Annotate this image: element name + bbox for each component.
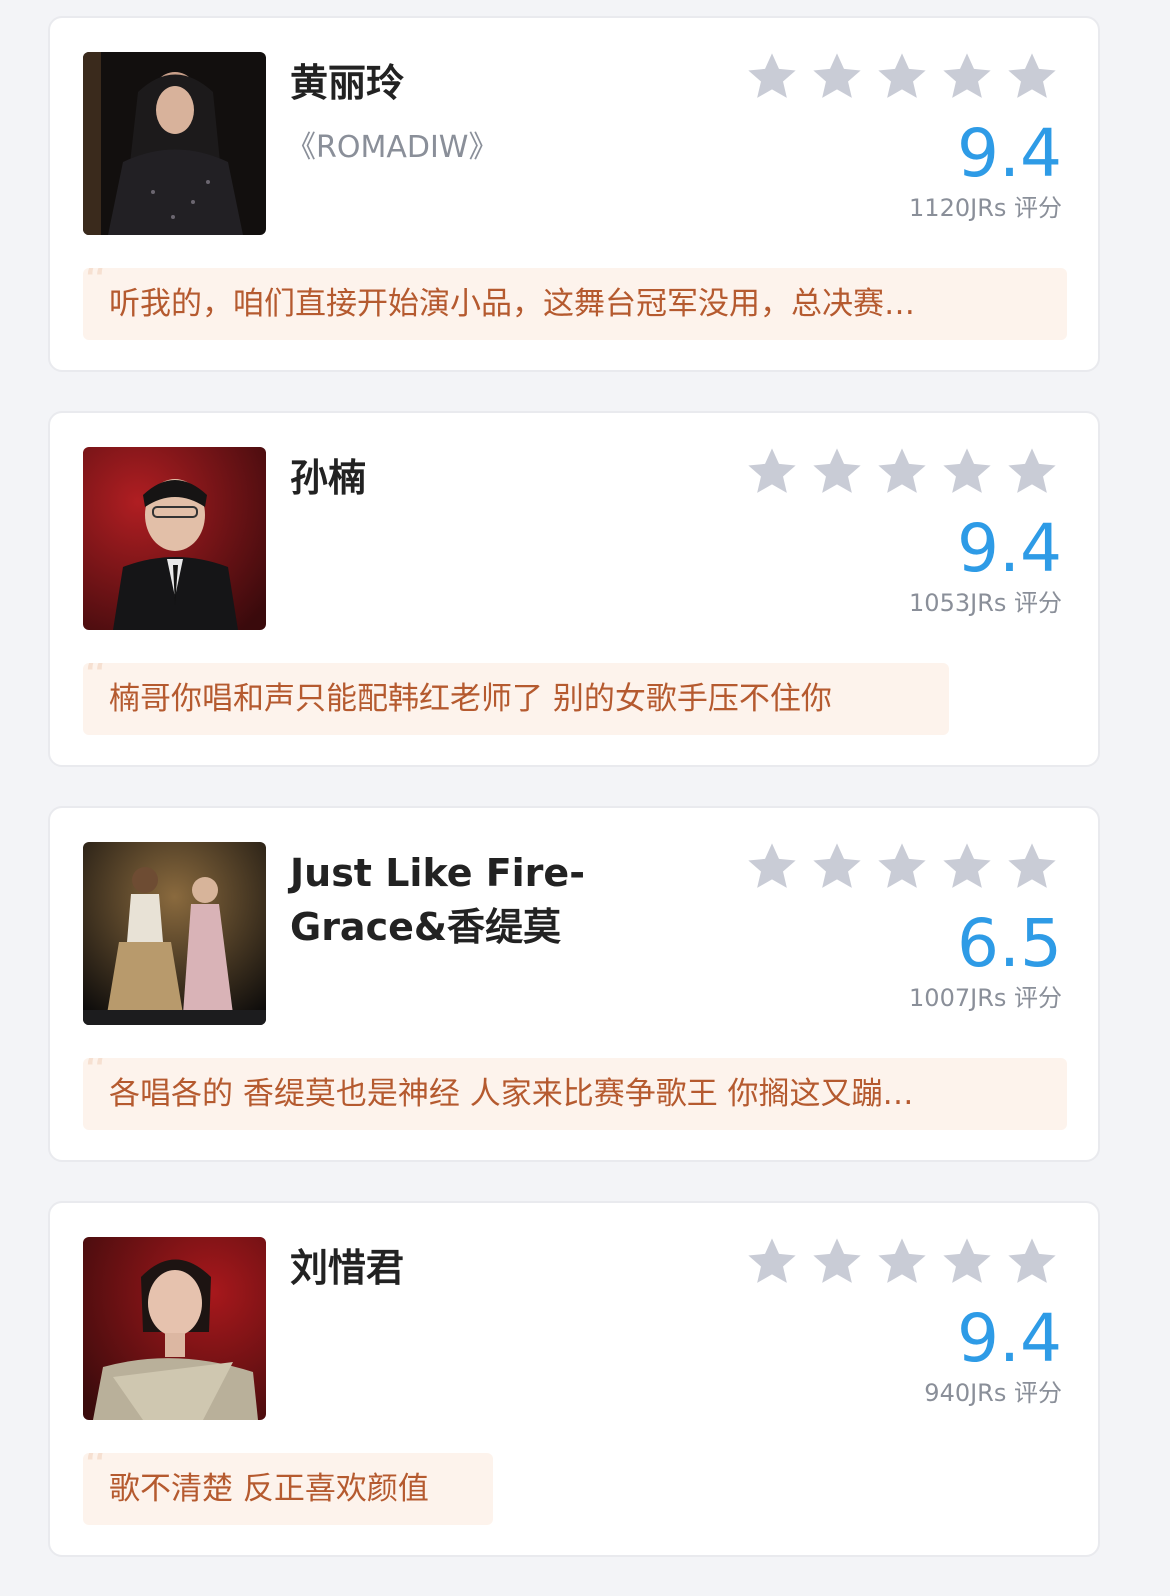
star-icon[interactable] xyxy=(1004,445,1060,499)
rating-card[interactable]: 黄丽玲 《ROMADIW》 9.4 1120JRs 评分 “ 听我的，咱们直接开… xyxy=(48,16,1100,372)
average-score: 9.4 xyxy=(957,115,1062,192)
star-icon[interactable] xyxy=(939,445,995,499)
star-icon[interactable] xyxy=(874,1235,930,1289)
song-title: Just Like Fire-Grace&香缇莫 xyxy=(290,851,585,949)
top-comment[interactable]: “ 楠哥你唱和声只能配韩红老师了 别的女歌手压不住你 xyxy=(83,663,949,735)
top-comment[interactable]: “ 听我的，咱们直接开始演小品，这舞台冠军没用，总决赛… xyxy=(83,268,1067,340)
top-comment[interactable]: “ 歌不清楚 反正喜欢颜值 xyxy=(83,1453,493,1525)
quote-icon: “ xyxy=(83,268,108,300)
comment-text: 听我的，咱们直接开始演小品，这舞台冠军没用，总决赛… xyxy=(109,286,915,322)
rating-card[interactable]: Just Like Fire-Grace&香缇莫 6.5 1007JRs 评分 … xyxy=(48,806,1100,1162)
quote-icon: “ xyxy=(83,663,108,695)
cover-image[interactable] xyxy=(83,52,266,235)
star-icon[interactable] xyxy=(809,50,865,104)
star-icon[interactable] xyxy=(744,840,800,894)
rating-card[interactable]: 孙楠 9.4 1053JRs 评分 “ 楠哥你唱和声只能配韩红老师了 别的女歌手… xyxy=(48,411,1100,767)
star-icon[interactable] xyxy=(939,50,995,104)
svg-text:“: “ xyxy=(83,1058,108,1090)
average-score: 9.4 xyxy=(957,510,1062,587)
star-icon[interactable] xyxy=(1004,50,1060,104)
comment-text: 各唱各的 香缇莫也是神经 人家来比赛争歌王 你搁这又蹦… xyxy=(109,1076,914,1112)
comment-text: 歌不清楚 反正喜欢颜值 xyxy=(109,1471,429,1507)
star-icon[interactable] xyxy=(809,840,865,894)
cover-image[interactable] xyxy=(83,842,266,1025)
star-icon[interactable] xyxy=(874,840,930,894)
star-rating[interactable] xyxy=(744,50,1060,104)
rating-count: 1053JRs 评分 xyxy=(909,589,1062,617)
star-icon[interactable] xyxy=(939,840,995,894)
star-icon[interactable] xyxy=(744,50,800,104)
quote-icon: “ xyxy=(83,1453,108,1485)
star-rating[interactable] xyxy=(744,445,1060,499)
star-icon[interactable] xyxy=(809,1235,865,1289)
svg-text:“: “ xyxy=(83,1453,108,1485)
rating-card[interactable]: 刘惜君 9.4 940JRs 评分 “ 歌不清楚 反正喜欢颜值 xyxy=(48,1201,1100,1557)
average-score: 6.5 xyxy=(957,905,1062,982)
star-icon[interactable] xyxy=(874,445,930,499)
cover-image[interactable] xyxy=(83,447,266,630)
rating-count: 940JRs 评分 xyxy=(924,1379,1062,1407)
star-icon[interactable] xyxy=(874,50,930,104)
star-icon[interactable] xyxy=(744,1235,800,1289)
cover-image[interactable] xyxy=(83,1237,266,1420)
average-score: 9.4 xyxy=(957,1300,1062,1377)
star-icon[interactable] xyxy=(744,445,800,499)
star-icon[interactable] xyxy=(1004,1235,1060,1289)
top-comment[interactable]: “ 各唱各的 香缇莫也是神经 人家来比赛争歌王 你搁这又蹦… xyxy=(83,1058,1067,1130)
star-icon[interactable] xyxy=(809,445,865,499)
song-title: 黄丽玲 xyxy=(290,61,405,105)
song-subtitle: 《ROMADIW》 xyxy=(286,130,499,165)
quote-icon: “ xyxy=(83,1058,108,1090)
svg-text:“: “ xyxy=(83,663,108,695)
rating-count: 1007JRs 评分 xyxy=(909,984,1062,1012)
star-rating[interactable] xyxy=(744,1235,1060,1289)
svg-text:“: “ xyxy=(83,268,108,300)
star-icon[interactable] xyxy=(1004,840,1060,894)
comment-text: 楠哥你唱和声只能配韩红老师了 别的女歌手压不住你 xyxy=(109,681,832,717)
song-title: 刘惜君 xyxy=(290,1246,405,1290)
rating-count: 1120JRs 评分 xyxy=(909,194,1062,222)
song-title: 孙楠 xyxy=(290,456,367,500)
star-rating[interactable] xyxy=(744,840,1060,894)
star-icon[interactable] xyxy=(939,1235,995,1289)
